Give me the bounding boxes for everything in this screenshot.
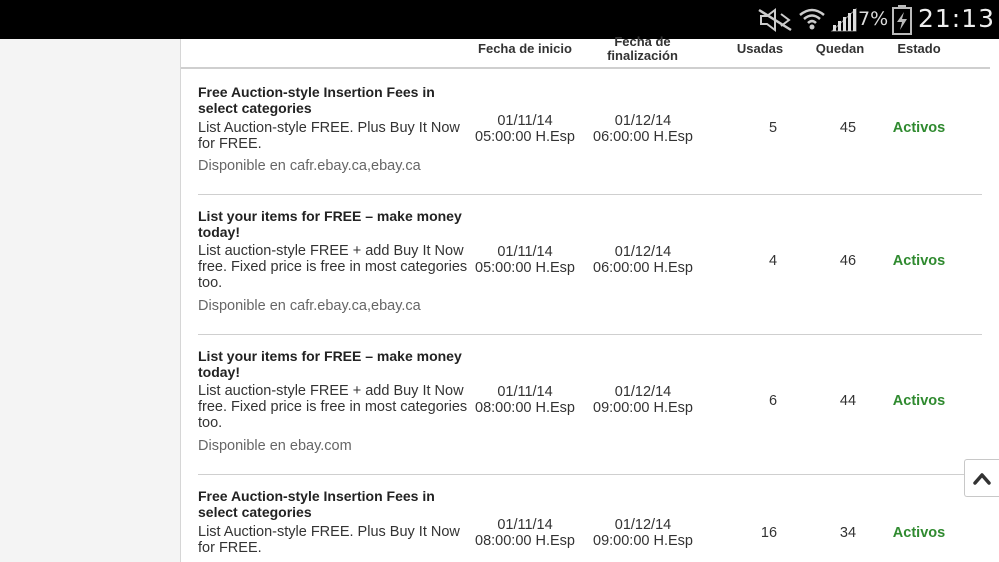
used-count: 4 (768, 253, 778, 269)
end-date: 01/12/14 06:00:00 H.Esp (583, 244, 703, 276)
start-date-day: 01/11/14 (497, 113, 553, 129)
start-date-time: 08:00:00 H.Esp (475, 533, 575, 549)
header-end-date[interactable]: Fecha de finalización (590, 35, 695, 63)
wifi-icon (798, 6, 826, 37)
end-date: 01/12/14 09:00:00 H.Esp (583, 517, 703, 549)
remaining-count: 45 (839, 120, 857, 136)
end-date: 01/12/14 06:00:00 H.Esp (583, 113, 703, 145)
offer-title[interactable]: List your items for FREE – make money to… (198, 348, 463, 380)
offer-description: List Auction-style FREE. Plus Buy It Now… (198, 120, 460, 152)
remaining-count: 46 (839, 253, 857, 269)
status-badge: Activos (892, 525, 946, 541)
end-date-day: 01/12/14 (614, 113, 672, 129)
mute-icon (757, 8, 795, 37)
offer-description: List auction-style FREE + add Buy It Now… (198, 383, 468, 431)
status-badge: Activos (892, 253, 946, 269)
remaining-count: 44 (839, 393, 857, 409)
offer-availability: Disponible en ebay.com (198, 438, 352, 454)
start-date: 01/11/14 05:00:00 H.Esp (465, 244, 585, 276)
start-date: 01/11/14 08:00:00 H.Esp (465, 384, 585, 416)
chevron-up-icon (973, 473, 991, 485)
used-count: 6 (768, 393, 778, 409)
signal-icon (830, 7, 858, 38)
end-date-day: 01/12/14 (614, 244, 672, 260)
remaining-count: 34 (839, 525, 857, 541)
side-panel (0, 39, 181, 562)
status-badge: Activos (892, 393, 946, 409)
battery-icon (892, 5, 912, 40)
table-row: List your items for FREE – make money to… (181, 194, 990, 334)
used-count: 16 (760, 525, 778, 541)
header-remaining[interactable]: Quedan (810, 42, 870, 56)
offer-title[interactable]: List your items for FREE – make money to… (198, 208, 463, 240)
offer-availability: Disponible en cafr.ebay.ca,ebay.ca (198, 158, 421, 174)
end-date-time: 09:00:00 H.Esp (593, 400, 693, 416)
offer-title[interactable]: Free Auction-style Insertion Fees in sel… (198, 488, 463, 520)
offer-description: List Auction-style FREE. Plus Buy It Now… (198, 524, 460, 556)
end-date-time: 06:00:00 H.Esp (593, 260, 693, 276)
start-date-day: 01/11/14 (497, 244, 553, 260)
start-date: 01/11/14 05:00:00 H.Esp (465, 113, 585, 145)
offer-description: List auction-style FREE + add Buy It Now… (198, 243, 468, 291)
header-end-date-label: Fecha de finalización (607, 34, 678, 63)
used-count: 5 (768, 120, 778, 136)
start-date-day: 01/11/14 (497, 384, 553, 400)
header-used[interactable]: Usadas (730, 42, 790, 56)
start-date-time: 05:00:00 H.Esp (475, 129, 575, 145)
status-bar: 7% 21:13 (0, 0, 999, 39)
scroll-to-top-button[interactable] (964, 459, 999, 497)
start-date-time: 05:00:00 H.Esp (475, 260, 575, 276)
end-date: 01/12/14 09:00:00 H.Esp (583, 384, 703, 416)
offer-title[interactable]: Free Auction-style Insertion Fees in sel… (198, 84, 463, 116)
start-date-day: 01/11/14 (497, 517, 553, 533)
start-date-time: 08:00:00 H.Esp (475, 400, 575, 416)
table-row: Free Auction-style Insertion Fees in sel… (181, 474, 990, 562)
clock: 21:13 (918, 4, 996, 33)
offer-availability: Disponible en cafr.ebay.ca,ebay.ca (198, 298, 421, 314)
end-date-day: 01/12/14 (614, 517, 672, 533)
header-start-date[interactable]: Fecha de inicio (465, 42, 585, 56)
battery-percent: 7% (858, 8, 889, 30)
table-row: Free Auction-style Insertion Fees in sel… (181, 69, 990, 194)
end-date-time: 06:00:00 H.Esp (593, 129, 693, 145)
status-badge: Activos (892, 120, 946, 136)
end-date-time: 09:00:00 H.Esp (593, 533, 693, 549)
start-date: 01/11/14 08:00:00 H.Esp (465, 517, 585, 549)
table-row: List your items for FREE – make money to… (181, 334, 990, 474)
end-date-day: 01/12/14 (614, 384, 672, 400)
header-state[interactable]: Estado (889, 42, 949, 56)
